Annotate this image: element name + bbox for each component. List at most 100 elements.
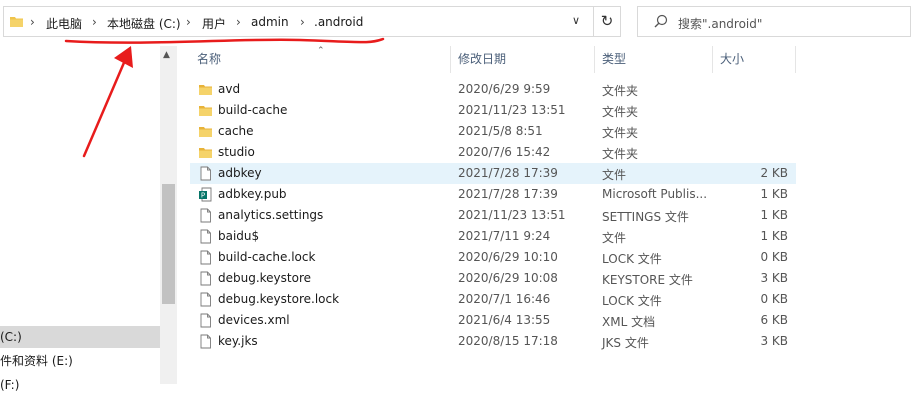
file-icon bbox=[200, 250, 211, 265]
file-type: XML 文档 bbox=[602, 315, 656, 329]
nav-item-drive-c[interactable]: (C:) bbox=[0, 326, 160, 348]
column-header: ⌃ 名称 修改日期 类型 大小 bbox=[177, 46, 911, 73]
navigation-pane: (C:) 件和资料 (E:) (F:) bbox=[0, 46, 160, 392]
file-row[interactable]: analytics.settings 2021/11/23 13:51 SETT… bbox=[190, 205, 796, 226]
file-date: 2021/7/28 17:39 bbox=[458, 166, 558, 180]
breadcrumb-separator: › bbox=[30, 15, 35, 29]
folder-icon bbox=[199, 106, 212, 116]
column-divider[interactable] bbox=[450, 46, 451, 73]
file-type: 文件夹 bbox=[602, 126, 639, 140]
file-row[interactable]: build-cache 2021/11/23 13:51 文件夹 bbox=[190, 100, 796, 121]
file-size: 0 KB bbox=[760, 292, 788, 306]
column-divider[interactable] bbox=[795, 46, 796, 73]
breadcrumb-separator: › bbox=[92, 15, 97, 29]
refresh-icon: ↻ bbox=[600, 12, 614, 30]
file-date: 2021/7/28 17:39 bbox=[458, 187, 558, 201]
file-size: 1 KB bbox=[760, 208, 788, 222]
file-name: devices.xml bbox=[218, 313, 290, 327]
file-date: 2021/7/11 9:24 bbox=[458, 229, 551, 243]
file-row[interactable]: P adbkey.pub 2021/7/28 17:39 Microsoft P… bbox=[190, 184, 796, 205]
file-type: LOCK 文件 bbox=[602, 252, 662, 266]
nav-item-label: (C:) bbox=[0, 330, 22, 344]
file-icon bbox=[200, 271, 211, 286]
column-type[interactable]: 类型 bbox=[602, 46, 626, 73]
file-icon bbox=[200, 208, 211, 223]
breadcrumb-item-admin[interactable]: admin bbox=[251, 15, 289, 29]
file-name: avd bbox=[218, 82, 241, 96]
breadcrumb-item-android[interactable]: .android bbox=[314, 15, 363, 29]
file-row[interactable]: studio 2020/7/6 15:42 文件夹 bbox=[190, 142, 796, 163]
folder-icon bbox=[199, 127, 212, 137]
file-size: 1 KB bbox=[760, 187, 788, 201]
file-date: 2021/5/8 8:51 bbox=[458, 124, 543, 138]
file-date: 2021/11/23 13:51 bbox=[458, 103, 566, 117]
file-row[interactable]: build-cache.lock 2020/6/29 10:10 LOCK 文件… bbox=[190, 247, 796, 268]
address-bar[interactable]: › 此电脑 › 本地磁盘 (C:) › 用户 › admin › .androi… bbox=[3, 6, 619, 37]
file-date: 2020/6/29 10:10 bbox=[458, 250, 558, 264]
breadcrumb-separator: › bbox=[186, 15, 191, 29]
file-name: key.jks bbox=[218, 334, 258, 348]
file-type: 文件 bbox=[602, 231, 627, 245]
nav-item-label: (F:) bbox=[0, 378, 20, 392]
file-row[interactable]: adbkey 2021/7/28 17:39 文件 2 KB bbox=[190, 163, 796, 184]
file-name: baidu$ bbox=[218, 229, 260, 243]
folder-icon bbox=[199, 148, 212, 158]
sort-ascending-icon: ⌃ bbox=[317, 46, 325, 56]
file-icon bbox=[200, 334, 211, 349]
nav-item-drive-e[interactable]: 件和资料 (E:) bbox=[0, 350, 160, 372]
breadcrumb-item-users[interactable]: 用户 bbox=[202, 15, 226, 32]
file-row[interactable]: debug.keystore 2020/6/29 10:08 KEYSTORE … bbox=[190, 268, 796, 289]
publisher-icon: P bbox=[199, 187, 212, 202]
column-divider[interactable] bbox=[712, 46, 713, 73]
file-row[interactable]: devices.xml 2021/6/4 13:55 XML 文档 6 KB bbox=[190, 310, 796, 331]
nav-scrollbar[interactable]: ▲ bbox=[160, 46, 177, 384]
folder-icon bbox=[199, 85, 212, 95]
file-row[interactable]: key.jks 2020/8/15 17:18 JKS 文件 3 KB bbox=[190, 331, 796, 352]
file-icon bbox=[200, 229, 211, 244]
file-type: 文件夹 bbox=[602, 105, 639, 119]
file-size: 6 KB bbox=[760, 313, 788, 327]
file-size: 3 KB bbox=[760, 334, 788, 348]
file-date: 2020/8/15 17:18 bbox=[458, 334, 558, 348]
folder-icon bbox=[10, 17, 23, 27]
file-size: 1 KB bbox=[760, 229, 788, 243]
file-size: 3 KB bbox=[760, 271, 788, 285]
column-date[interactable]: 修改日期 bbox=[458, 46, 506, 73]
file-date: 2021/11/23 13:51 bbox=[458, 208, 566, 222]
column-name[interactable]: 名称 bbox=[197, 46, 221, 73]
file-icon bbox=[200, 292, 211, 307]
refresh-button[interactable]: ↻ bbox=[593, 6, 621, 37]
nav-item-drive-f[interactable]: (F:) bbox=[0, 374, 160, 396]
column-size[interactable]: 大小 bbox=[720, 46, 744, 73]
column-divider[interactable] bbox=[594, 46, 595, 73]
file-type: KEYSTORE 文件 bbox=[602, 273, 693, 287]
file-name: studio bbox=[218, 145, 255, 159]
chevron-down-icon[interactable]: ∨ bbox=[570, 14, 582, 28]
file-type: 文件夹 bbox=[602, 84, 639, 98]
file-name: debug.keystore bbox=[218, 271, 312, 285]
file-name: build-cache.lock bbox=[218, 250, 316, 264]
file-name: build-cache bbox=[218, 103, 288, 117]
file-row[interactable]: baidu$ 2021/7/11 9:24 文件 1 KB bbox=[190, 226, 796, 247]
file-icon bbox=[200, 313, 211, 328]
file-type: JKS 文件 bbox=[602, 336, 649, 350]
scrollbar-thumb[interactable] bbox=[162, 184, 175, 304]
file-size: 2 KB bbox=[760, 166, 788, 180]
breadcrumb-item-local-disk[interactable]: 本地磁盘 (C:) bbox=[107, 15, 181, 32]
breadcrumb-item-this-pc[interactable]: 此电脑 bbox=[46, 15, 82, 32]
search-input[interactable]: 搜索".android" bbox=[637, 6, 911, 37]
scroll-up-icon[interactable]: ▲ bbox=[163, 50, 170, 60]
file-row[interactable]: debug.keystore.lock 2020/7/1 16:46 LOCK … bbox=[190, 289, 796, 310]
file-row[interactable]: avd 2020/6/29 9:59 文件夹 bbox=[190, 79, 796, 100]
file-type: SETTINGS 文件 bbox=[602, 210, 689, 224]
breadcrumb-separator: › bbox=[236, 15, 241, 29]
file-date: 2020/6/29 9:59 bbox=[458, 82, 551, 96]
file-type: Microsoft Publis... bbox=[602, 187, 708, 201]
svg-text:P: P bbox=[201, 192, 205, 200]
file-row[interactable]: cache 2021/5/8 8:51 文件夹 bbox=[190, 121, 796, 142]
file-date: 2020/7/1 16:46 bbox=[458, 292, 551, 306]
file-name: analytics.settings bbox=[218, 208, 324, 222]
file-type: 文件夹 bbox=[602, 147, 639, 161]
file-name: debug.keystore.lock bbox=[218, 292, 340, 306]
file-size: 0 KB bbox=[760, 250, 788, 264]
